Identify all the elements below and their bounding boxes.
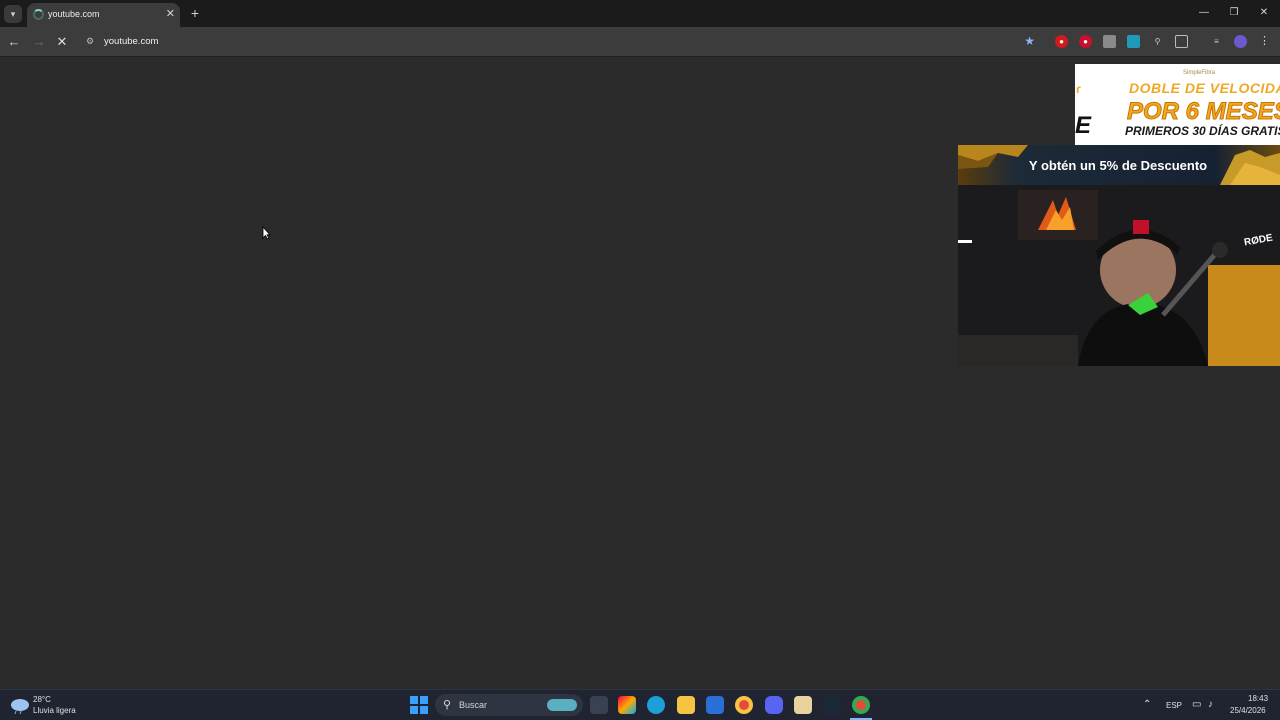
sponsor-ad-overlay: ɾ E SimpleFibra DOBLE DE VELOCIDAD POR 6… [1075, 64, 1280, 146]
outlook-icon[interactable] [706, 696, 724, 714]
ad-promo: POR 6 MESES [1127, 98, 1280, 126]
bookmark-star-icon[interactable]: ★ [1024, 34, 1035, 48]
steam-icon[interactable] [823, 696, 841, 714]
extension-stop-icon[interactable]: ● [1079, 35, 1092, 48]
tab-title: youtube.com [48, 9, 100, 19]
restore-window-button[interactable]: ❐ [1224, 6, 1244, 20]
ad-brand: SimpleFibra [1183, 70, 1216, 76]
tab-close-icon[interactable]: ✕ [166, 7, 175, 20]
extension-pin-icon[interactable]: ⚲ [1151, 35, 1164, 48]
chrome-icon[interactable] [735, 696, 753, 714]
ad-partial-mark: ɾ [1076, 82, 1081, 96]
task-view-icon[interactable] [590, 696, 608, 714]
network-icon[interactable]: ▭ [1192, 699, 1201, 710]
ad-partial-letter: E [1075, 112, 1092, 139]
clock-date[interactable]: 25/4/2026 [1230, 706, 1266, 715]
weather-description: Lluvia ligera [33, 706, 76, 715]
taskbar-search-box[interactable]: ⚲ Buscar [435, 694, 583, 716]
ad-subline: PRIMEROS 30 DÍAS GRATIS [1125, 124, 1280, 138]
site-info-icon[interactable]: ⚙ [86, 35, 98, 47]
discord-icon[interactable] [765, 696, 783, 714]
weather-cloud-icon[interactable] [10, 696, 30, 719]
extension-red-icon[interactable]: ● [1055, 35, 1068, 48]
webcam-video: RØDE [958, 185, 1280, 366]
search-highlight-icon [547, 699, 577, 711]
webcam-banner: Y obtén un 5% de Descuento [958, 145, 1280, 185]
windows-start-icon[interactable] [410, 696, 428, 719]
clock-time[interactable]: 18:43 [1248, 694, 1268, 703]
weather-temperature: 28°C [33, 695, 51, 704]
chrome-active-icon[interactable] [852, 696, 870, 714]
new-tab-button[interactable]: + [188, 5, 202, 21]
profile-avatar[interactable] [1234, 35, 1247, 48]
browser-tab-bar: ▾ youtube.com ✕ + — ❐ ✕ [0, 0, 1280, 27]
back-arrow-icon[interactable]: ← [6, 34, 22, 50]
forward-arrow-icon[interactable]: → [31, 34, 47, 50]
webcam-banner-text: Y obtén un 5% de Descuento [1028, 158, 1208, 173]
minimize-window-button[interactable]: — [1194, 6, 1214, 20]
ad-headline: DOBLE DE VELOCIDAD [1129, 80, 1280, 96]
browser-toolbar: ← → ✕ ⚙ youtube.com ★ ● ● ⚲ ≡ ⋮ [0, 27, 1280, 57]
extension-gray-icon[interactable] [1103, 35, 1116, 48]
volume-icon[interactable]: ♪ [1208, 699, 1213, 710]
tab-search-menu-button[interactable]: ▾ [4, 5, 22, 23]
browser-menu-icon[interactable]: ⋮ [1258, 35, 1271, 48]
app-avatar-icon[interactable] [794, 696, 812, 714]
close-window-button[interactable]: ✕ [1254, 6, 1274, 20]
address-bar[interactable]: ⚙ youtube.com ★ [78, 30, 1043, 54]
extension-teal-icon[interactable] [1127, 35, 1140, 48]
language-indicator[interactable]: ESP [1166, 701, 1182, 710]
media-control-icon[interactable]: ≡ [1210, 35, 1223, 48]
url-text[interactable]: youtube.com [104, 36, 158, 47]
mouse-cursor-icon [262, 225, 271, 245]
tray-chevron-icon[interactable]: ⌃ [1143, 699, 1151, 710]
windows-taskbar: 28°C Lluvia ligera ⚲ Buscar ⌃ ESP ▭ ♪ 18… [0, 689, 1280, 720]
extensions-puzzle-icon[interactable] [1175, 35, 1188, 48]
edge-icon[interactable] [647, 696, 665, 714]
copilot-icon[interactable] [618, 696, 636, 714]
stop-loading-icon[interactable]: ✕ [54, 34, 70, 50]
file-explorer-icon[interactable] [677, 696, 695, 714]
search-icon: ⚲ [443, 699, 452, 711]
webcam-overlay: Y obtén un 5% de Descuento RØDE [958, 145, 1280, 366]
loading-spinner-icon [33, 9, 44, 20]
browser-tab[interactable]: youtube.com ✕ [27, 3, 180, 27]
search-placeholder: Buscar [459, 700, 488, 710]
